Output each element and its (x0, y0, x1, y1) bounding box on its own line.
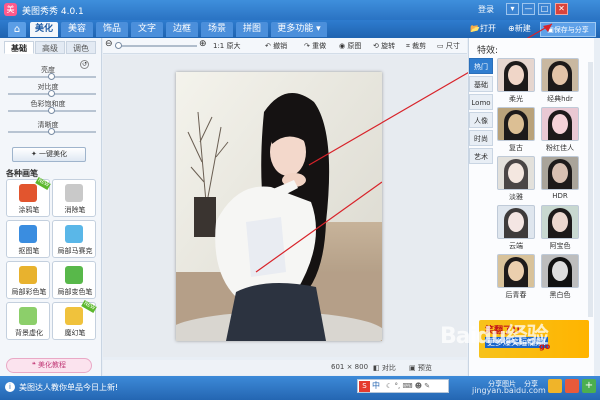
thumb-face (508, 261, 524, 281)
thumb-face (552, 212, 568, 232)
image-dimensions: 601 × 800 (331, 363, 369, 371)
effect-label: 云端 (509, 242, 523, 250)
effect-retro[interactable]: 复古 (497, 107, 535, 152)
effect-thumbnail (541, 205, 579, 239)
thumb-face (508, 114, 524, 134)
share-icon[interactable] (565, 379, 579, 393)
bottom-message[interactable]: 美图达人教你单品今日上新! (19, 382, 118, 393)
effect-abao[interactable]: 阿宝色 (541, 205, 579, 250)
effect-label: 淡雅 (509, 193, 523, 201)
baidu-watermark: Baidu经验 (440, 324, 549, 349)
effect-label: 粉红佳人 (546, 144, 574, 152)
thumb-face (508, 163, 524, 183)
category-portrait[interactable]: 人像 (469, 112, 493, 128)
effect-elegant[interactable]: 淡雅 (497, 156, 535, 201)
category-fashion[interactable]: 时尚 (469, 130, 493, 146)
weibo-icon[interactable] (548, 379, 562, 393)
preview-icon: ▣ (409, 364, 418, 372)
effects-title: 特效: (477, 46, 499, 56)
effect-pink-lady[interactable]: 粉红佳人 (541, 107, 579, 152)
category-popular[interactable]: 热门 (469, 58, 493, 74)
effect-thumbnail (497, 254, 535, 288)
watermark-url: jingyan.baidu.com (472, 386, 546, 395)
effect-label: 黑白色 (549, 291, 571, 299)
effect-soft-light[interactable]: 柔光 (497, 58, 535, 103)
effect-classic-hdr[interactable]: 经典hdr (541, 58, 579, 103)
thumb-face (508, 212, 524, 232)
thumb-face (508, 65, 524, 85)
category-lomo[interactable]: Lomo (469, 94, 493, 110)
effect-thumbnail (541, 156, 579, 190)
effect-thumbnail (541, 254, 579, 288)
effect-label: 阿宝色 (549, 242, 571, 250)
ime-mode: 中 (372, 381, 380, 390)
effect-thumbnail (497, 205, 535, 239)
compare-button[interactable]: ◧ 对比 (373, 363, 396, 373)
effect-cloud[interactable]: 云端 (497, 205, 535, 250)
thumb-face (552, 163, 568, 183)
effect-label: 经典hdr (547, 95, 573, 103)
effect-youth[interactable]: 后青春 (497, 254, 535, 299)
compare-icon: ◧ (373, 364, 382, 372)
effect-hdr[interactable]: HDR (541, 156, 579, 201)
effect-black-white[interactable]: 黑白色 (541, 254, 579, 299)
preview-button[interactable]: ▣ 预览 (409, 363, 432, 373)
effect-thumbnail (541, 107, 579, 141)
category-art[interactable]: 艺术 (469, 148, 493, 164)
canvas-status-bar: 601 × 800 ◧ 对比 ▣ 预览 (103, 360, 467, 375)
effect-label: 柔光 (509, 95, 523, 103)
effects-scrollbar[interactable] (588, 62, 593, 317)
effect-thumbnail (541, 58, 579, 92)
ime-toolbar[interactable]: S 中 ☾ °, ⌨ ☻ ✎ (357, 379, 449, 393)
add-icon[interactable]: + (582, 379, 596, 393)
effect-thumbnail (497, 156, 535, 190)
thumb-face (552, 261, 568, 281)
effect-label: 后青春 (505, 291, 527, 299)
sogou-icon: S (359, 381, 370, 392)
effect-label: 复古 (509, 144, 523, 152)
category-basic[interactable]: 基础 (469, 76, 493, 92)
thumb-face (552, 114, 568, 134)
effect-thumbnail (497, 107, 535, 141)
effect-label: HDR (552, 192, 568, 200)
info-icon: i (5, 382, 15, 392)
effect-thumbnail (497, 58, 535, 92)
thumb-face (552, 65, 568, 85)
ime-icons: ☾ °, ⌨ ☻ ✎ (386, 382, 431, 390)
